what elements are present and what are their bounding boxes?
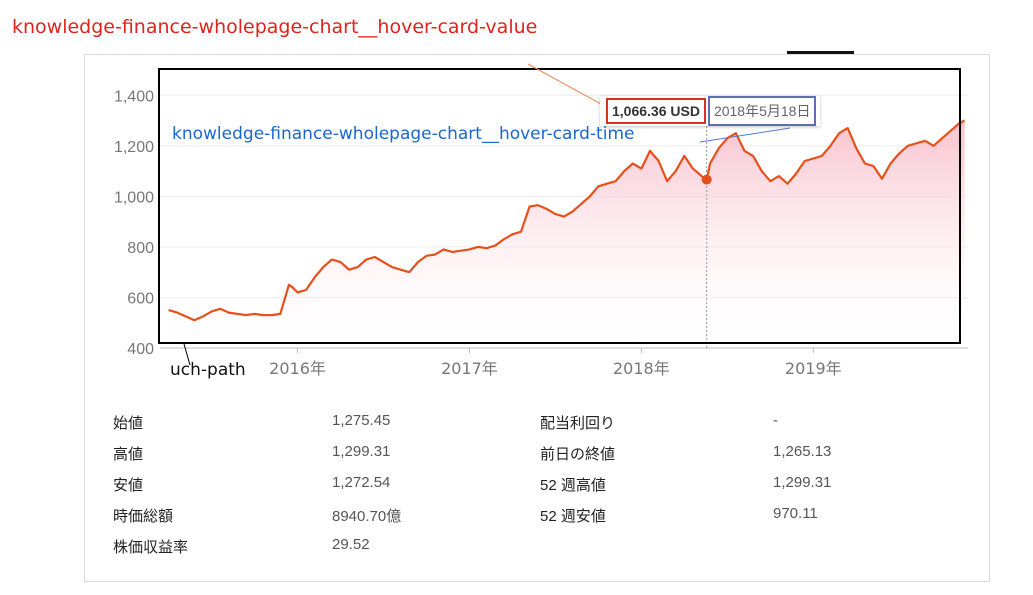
hover-point (701, 174, 712, 185)
y-tick-label: 1,000 (114, 189, 154, 206)
stat-label: 始値 (113, 415, 144, 432)
y-tick-label: 600 (127, 290, 154, 307)
stat-value: 1,275.45 (332, 412, 391, 429)
hover-card-value: 1,066.36 USD (606, 98, 706, 124)
hover-card-time: 2018年5月18日 (707, 96, 817, 126)
x-tick-label: 2016年 (269, 359, 326, 378)
stat-value: - (773, 412, 778, 429)
stat-label: 高値 (113, 446, 144, 463)
y-tick-label: 1,400 (114, 88, 154, 105)
stat-value: 1,272.54 (332, 474, 391, 491)
hover-card: 1,066.36 USD 2018年5月18日 (600, 96, 821, 126)
stat-label: 安値 (113, 477, 144, 494)
x-tick-label: 2018年 (613, 359, 670, 378)
stat-label: 52 週高値 (540, 477, 606, 494)
price-area-fill (168, 120, 965, 348)
y-tick-label: 400 (127, 341, 154, 358)
stat-label: 株価収益率 (113, 539, 189, 556)
stat-value: 8940.70億 (332, 508, 402, 525)
stock-price-chart[interactable]: 1,400 1,200 1,000 800 600 400 2016年 2017年 2018年… (0, 0, 1033, 400)
stat-label: 時価総額 (113, 508, 174, 525)
stat-value: 1,299.31 (773, 474, 832, 491)
x-tick-label: 2019年 (785, 359, 842, 378)
y-tick-label: 800 (127, 240, 154, 257)
annotation-hover-card-time: knowledge-finance-wholepage-chart__hover… (172, 124, 635, 144)
stat-label: 前日の終値 (540, 446, 616, 463)
stat-value: 1,265.13 (773, 443, 832, 460)
y-tick-label: 1,200 (114, 139, 154, 156)
stat-value: 1,299.31 (332, 443, 391, 460)
stat-label: 配当利回り (540, 415, 616, 432)
stat-value: 970.11 (773, 505, 818, 522)
stat-value: 29.52 (332, 536, 370, 553)
annotation-leader-time (699, 127, 791, 143)
annotation-path: uch-path (170, 360, 246, 380)
stat-label: 52 週安値 (540, 508, 606, 525)
x-tick-label: 2017年 (441, 359, 498, 378)
y-axis-ticks: 1,400 1,200 1,000 800 600 400 (114, 88, 154, 358)
x-axis-ticks: 2016年 2017年 2018年 2019年 (269, 348, 842, 378)
